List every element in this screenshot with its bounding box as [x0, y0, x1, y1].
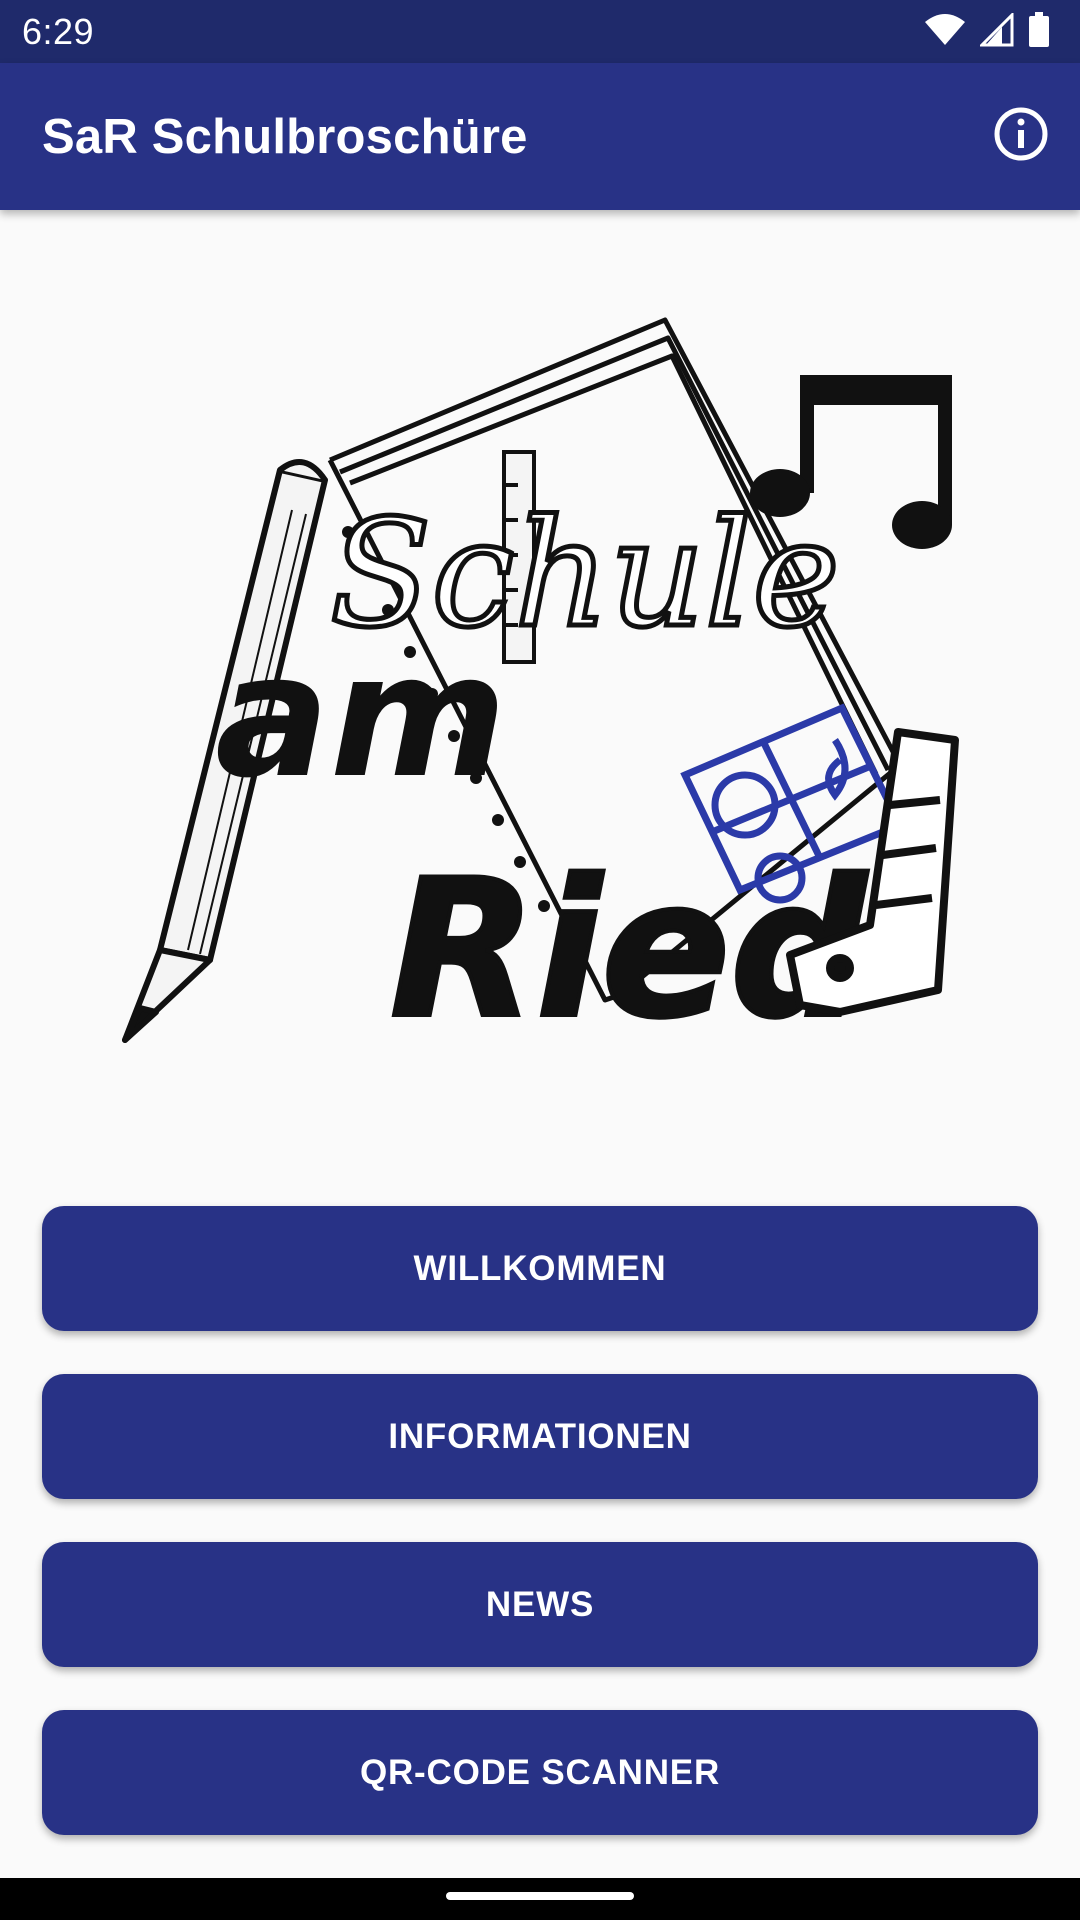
home-gesture-handle[interactable]: [446, 1892, 634, 1900]
wifi-icon: [924, 13, 966, 52]
battery-icon: [1028, 11, 1050, 53]
page-title: SaR Schulbroschüre: [42, 110, 528, 164]
info-icon: [993, 106, 1049, 167]
willkommen-button[interactable]: WILLKOMMEN: [42, 1206, 1038, 1331]
informationen-button[interactable]: INFORMATIONEN: [42, 1374, 1038, 1499]
signal-icon: [978, 10, 1014, 52]
news-button[interactable]: NEWS: [42, 1542, 1038, 1667]
status-icons: [924, 10, 1050, 53]
status-bar: 6:29: [0, 0, 1080, 63]
school-logo: Schule am Ried: [122, 317, 959, 1062]
informationen-button-label: INFORMATIONEN: [388, 1416, 692, 1456]
qr-code-scanner-button-label: QR-CODE SCANNER: [359, 1752, 721, 1792]
status-time: 6:29: [22, 11, 95, 52]
navigation-bar: [0, 1878, 1080, 1920]
news-button-label: NEWS: [485, 1584, 595, 1624]
qr-code-scanner-button[interactable]: QR-CODE SCANNER: [42, 1710, 1038, 1835]
info-button[interactable]: [990, 105, 1052, 167]
app-bar: SaR Schulbroschüre: [0, 63, 1080, 210]
logo-text-am: am: [215, 618, 507, 816]
willkommen-button-label: WILLKOMMEN: [413, 1248, 667, 1288]
